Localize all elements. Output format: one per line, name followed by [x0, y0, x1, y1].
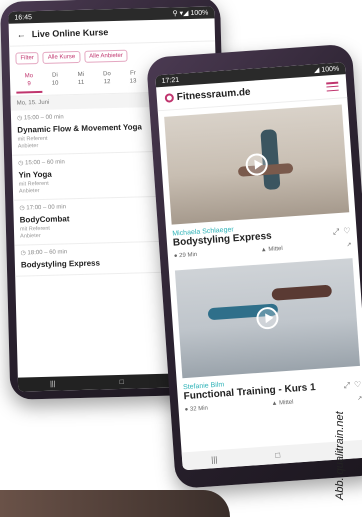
front-phone-screen: 17:21 ◢ 100% Fitnessraum.de Michaela Sch… — [155, 62, 362, 471]
heart-icon[interactable]: ♡ — [343, 226, 351, 236]
expand-icon[interactable]: ⤢ — [333, 226, 340, 236]
status-time: 17:21 — [161, 76, 180, 85]
status-right: ⚲ ▾◢ 100% — [172, 9, 209, 18]
home-icon[interactable]: □ — [275, 450, 280, 459]
day-tab[interactable]: Di 10 — [42, 71, 69, 93]
card-actions: ⤢ ♡ — [343, 379, 361, 390]
day-tab[interactable]: Do 12 — [94, 70, 121, 92]
video-thumbnail[interactable] — [164, 104, 350, 225]
duration: ● 32 Min — [184, 405, 209, 414]
day-tab[interactable]: Fr 13 — [120, 69, 147, 91]
level: ▲ Mittel — [260, 245, 283, 254]
clock-icon: ◷ — [18, 159, 24, 167]
clock-icon: ◷ — [16, 114, 23, 122]
filter-chip[interactable]: Filter — [15, 52, 39, 65]
level: ▲ Mittel — [271, 399, 294, 408]
recent-apps-icon[interactable]: ||| — [50, 380, 56, 387]
background-person — [0, 490, 230, 517]
day-tab[interactable]: Mo 9 — [15, 71, 43, 94]
logo[interactable]: Fitnessraum.de — [164, 86, 251, 104]
clock-icon: ◷ — [20, 249, 26, 257]
expand-icon[interactable]: ⤢ — [343, 380, 350, 390]
heart-icon[interactable]: ♡ — [354, 379, 362, 389]
day-tab[interactable]: Mi 11 — [68, 71, 95, 93]
arrow-left-icon[interactable]: ← — [17, 29, 26, 39]
card-actions: ⤢ ♡ — [333, 226, 351, 237]
video-thumbnail[interactable] — [174, 258, 360, 379]
thumbnail-person — [271, 284, 333, 301]
course-card[interactable]: Michaela Schlaeger Bodystyling Express ⤢… — [164, 104, 352, 260]
clock-icon: ◷ — [19, 204, 25, 212]
status-time: 16:45 — [14, 13, 33, 22]
share-icon[interactable]: ↗ — [346, 241, 351, 248]
course-card[interactable]: Stefanie Bilm Functional Training - Kurs… — [174, 258, 362, 414]
logo-icon — [164, 93, 175, 103]
logo-text: Fitnessraum.de — [176, 86, 251, 103]
front-phone: 17:21 ◢ 100% Fitnessraum.de Michaela Sch… — [146, 43, 362, 489]
menu-icon[interactable] — [326, 81, 339, 92]
image-credit: Abb. qualitrain.net — [334, 411, 346, 500]
duration: ● 29 Min — [173, 251, 198, 260]
page-title: Live Online Kurse — [31, 27, 109, 40]
share-icon[interactable]: ↗ — [357, 395, 362, 402]
all-courses-chip[interactable]: Alle Kurse — [42, 50, 81, 64]
play-icon[interactable] — [255, 306, 280, 330]
home-icon[interactable]: □ — [119, 378, 123, 385]
all-providers-chip[interactable]: Alle Anbieter — [84, 49, 129, 63]
recent-apps-icon[interactable]: ||| — [211, 455, 218, 464]
status-right: ◢ 100% — [313, 65, 340, 75]
